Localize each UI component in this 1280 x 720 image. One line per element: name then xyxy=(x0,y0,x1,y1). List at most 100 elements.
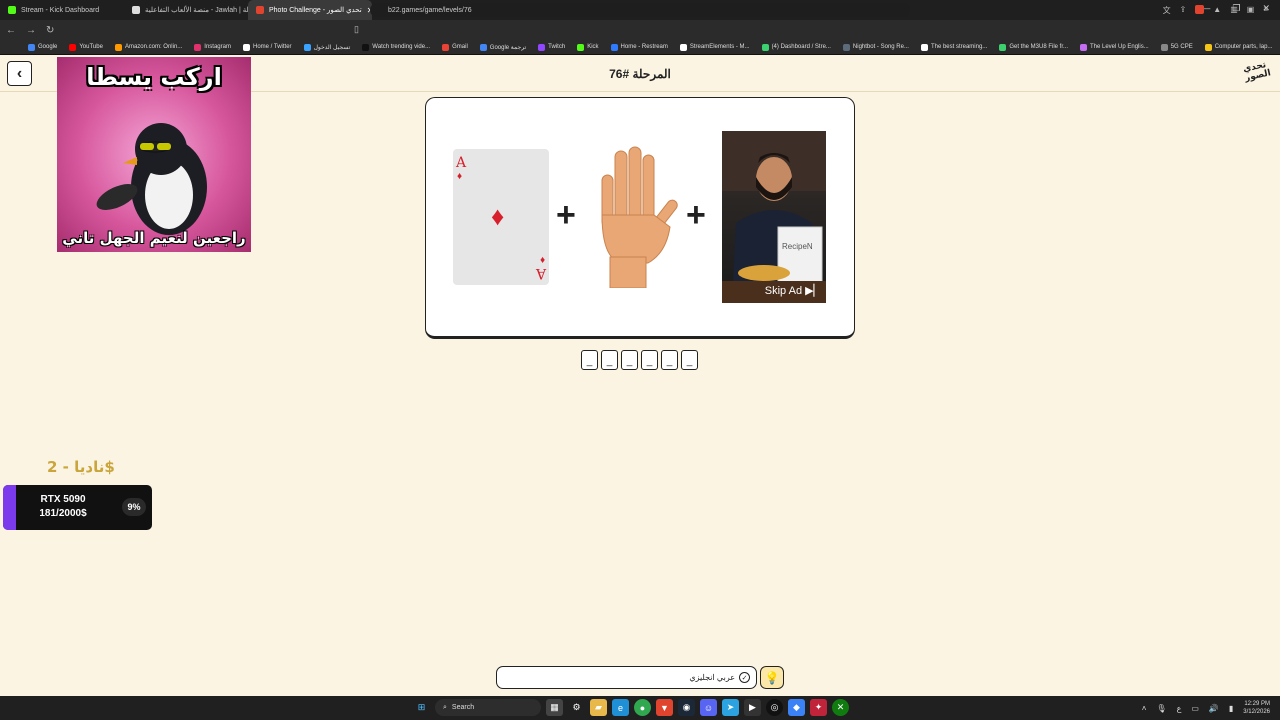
bookmark-item[interactable]: Amazon.com: Onlin... xyxy=(114,43,183,51)
answer-slot[interactable]: _ xyxy=(581,350,598,370)
answer-slot[interactable]: _ xyxy=(621,350,638,370)
answer-slot[interactable]: _ xyxy=(661,350,678,370)
search-label: Search xyxy=(451,704,475,711)
language-indicator[interactable]: ع xyxy=(1177,704,1182,713)
bookmark-item[interactable]: Computer parts, lap... xyxy=(1204,43,1272,51)
wallet-icon[interactable]: ▣ xyxy=(1247,5,1255,16)
bookmark-item[interactable]: YouTube xyxy=(69,43,103,51)
tab-photo-challenge[interactable]: Photo Challenge - تحدي الصور ✕ xyxy=(248,0,372,20)
svg-text:RecipeN: RecipeN xyxy=(782,242,813,251)
volume-icon[interactable]: 🔊 xyxy=(1209,704,1219,713)
bookmark-item[interactable]: Gmail xyxy=(442,43,468,51)
tab-label: جولة | Jawlah - منصة الألعاب التفاعلية xyxy=(145,7,248,14)
bookmark-item[interactable]: Instagram xyxy=(194,43,231,51)
task-view-icon[interactable]: ▦ xyxy=(546,699,563,716)
system-tray: ˄ 🎙 ع ▭ 🔊 ▮ 12:29 PM 3/12/2026 xyxy=(1142,700,1270,716)
donor-label: ناديا - 2$ xyxy=(47,458,115,476)
man-photo-svg: RecipeN xyxy=(722,131,826,303)
bookmark-item[interactable]: Watch trending vide... xyxy=(362,43,431,51)
puzzle-card: A ♦ ♦ ♦ A + + RecipeN Skip Ad ▶▏ xyxy=(425,97,855,339)
bookmark-label: YouTube xyxy=(79,44,103,50)
bookmark-item[interactable]: (4) Dashboard / Stre... xyxy=(761,43,831,51)
extensions-icon[interactable]: ▲ xyxy=(1213,5,1221,16)
keyboard-toggle-bar[interactable]: عربي انجليزي ✓ xyxy=(496,666,757,689)
telegram-icon[interactable]: ➤ xyxy=(722,699,739,716)
donation-goal-widget: RTX 5090 181/2000$ 9% xyxy=(3,485,152,530)
bookmark-label: Watch trending vide... xyxy=(372,44,431,50)
terminal-icon[interactable]: ▶ xyxy=(744,699,761,716)
lightbulb-icon: 💡 xyxy=(764,670,780,685)
bookmark-item[interactable]: The best streaming... xyxy=(920,43,987,51)
bookmark-item[interactable]: Kick xyxy=(577,43,599,51)
game-icon[interactable]: ✦ xyxy=(810,699,827,716)
hint-button[interactable]: 💡 xyxy=(760,666,784,689)
url-field[interactable]: b22.games/game/levels/76 xyxy=(370,3,910,17)
bookmark-favicon-icon xyxy=(679,43,687,51)
xbox-icon[interactable]: ✕ xyxy=(832,699,849,716)
card-rank-bottom: A xyxy=(535,265,546,281)
bookmark-favicon-icon xyxy=(842,43,850,51)
menu-icon[interactable]: ≡ xyxy=(1263,5,1268,16)
brave-shield-icon[interactable] xyxy=(1195,5,1205,14)
chevron-up-icon[interactable]: ˄ xyxy=(1142,704,1147,713)
clock[interactable]: 12:29 PM 3/12/2026 xyxy=(1243,700,1270,716)
answer-slot[interactable]: _ xyxy=(681,350,698,370)
bookmark-favicon-icon xyxy=(1080,43,1087,51)
bookmark-favicon-icon xyxy=(28,43,35,51)
tab-kick-dashboard[interactable]: Stream - Kick Dashboard xyxy=(0,0,124,20)
steam-icon[interactable]: ◉ xyxy=(678,699,695,716)
bookmark-item[interactable]: Twitch xyxy=(538,43,565,51)
answer-slot[interactable]: _ xyxy=(641,350,658,370)
bookmark-favicon-icon xyxy=(920,43,928,51)
bookmark-item[interactable]: Nightbot - Song Re... xyxy=(842,43,909,51)
back-nav-icon[interactable]: ← xyxy=(6,25,16,36)
search-icon: ⌕ xyxy=(443,703,447,711)
bookmark-item[interactable]: The Level Up Englis... xyxy=(1080,43,1149,51)
bookmark-label: Instagram xyxy=(204,44,231,50)
sidebar-icon[interactable]: ▥ xyxy=(1230,5,1238,16)
windows-taskbar: ⊞ ⌕ Search ▦ ⚙ ▰ e ● ▼ ◉ ☺ ➤ ▶ ◎ ◆ ✦ ✕ ˄… xyxy=(0,696,1280,720)
bookmark-item[interactable]: Get the M3U8 File fr... xyxy=(999,43,1068,51)
discord-icon[interactable]: ☺ xyxy=(700,699,717,716)
windows-start-icon[interactable]: ⊞ xyxy=(413,699,430,716)
answer-slot[interactable]: _ xyxy=(601,350,618,370)
ace-of-diamonds-image: A ♦ ♦ ♦ A xyxy=(453,149,549,285)
taskbar-search[interactable]: ⌕ Search xyxy=(435,699,541,716)
bookmark-label: تسجيل الدخول xyxy=(313,44,351,51)
bookmark-item[interactable]: Google ترجمة xyxy=(479,43,526,51)
skip-ad-button[interactable]: Skip Ad ▶▏ xyxy=(764,284,822,298)
open-hand-image xyxy=(601,146,678,288)
edge-icon[interactable]: e xyxy=(612,699,629,716)
bookmark-item[interactable]: StreamElements - M... xyxy=(679,43,750,51)
bookmark-favicon-icon xyxy=(479,43,487,51)
bookmark-item[interactable]: Home - Restream xyxy=(610,43,668,51)
bookmark-item[interactable]: Google xyxy=(28,43,57,51)
battery-icon[interactable]: ▮ xyxy=(1229,704,1233,713)
app-icon[interactable]: ◆ xyxy=(788,699,805,716)
obs-icon[interactable]: ◎ xyxy=(766,699,783,716)
skip-ad-label: Skip Ad xyxy=(764,284,803,297)
bookmark-favicon-icon xyxy=(114,43,122,51)
bookmark-item[interactable]: 5G CPE xyxy=(1160,43,1193,51)
file-explorer-icon[interactable]: ▰ xyxy=(590,699,607,716)
brave-icon[interactable]: ▼ xyxy=(656,699,673,716)
plus-icon: + xyxy=(556,196,576,234)
forward-nav-icon[interactable]: → xyxy=(26,25,36,36)
bookmark-label: Nightbot - Song Re... xyxy=(852,44,909,50)
bookmark-page-icon[interactable]: ▯ xyxy=(354,24,359,35)
bookmark-label: Home - Restream xyxy=(620,44,668,50)
network-icon[interactable]: ▭ xyxy=(1191,704,1199,713)
translate-icon[interactable]: 文 xyxy=(1163,5,1171,16)
bookmark-item[interactable]: تسجيل الدخول xyxy=(303,43,351,51)
chrome-icon[interactable]: ● xyxy=(634,699,651,716)
microphone-icon[interactable]: 🎙 xyxy=(1156,704,1166,713)
tab-jawlah[interactable]: جولة | Jawlah - منصة الألعاب التفاعلية xyxy=(124,0,248,20)
diamond-icon: ♦ xyxy=(457,171,463,182)
goal-percent: 9% xyxy=(122,498,146,516)
settings-icon[interactable]: ⚙ xyxy=(568,699,585,716)
share-icon[interactable]: ⇪ xyxy=(1180,5,1187,16)
bookmark-item[interactable]: Home / Twitter xyxy=(242,43,292,51)
reload-icon[interactable]: ↻ xyxy=(46,25,54,36)
bookmark-label: Amazon.com: Onlin... xyxy=(124,44,183,50)
address-toolbar: ← → ↻ xyxy=(0,20,1280,40)
